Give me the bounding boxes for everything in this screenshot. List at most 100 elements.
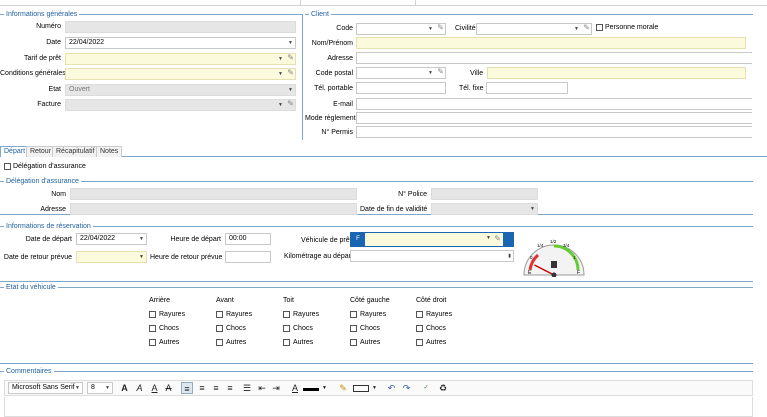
bullet-list-icon[interactable]: ☰	[241, 382, 253, 394]
etat-checkbox[interactable]	[350, 325, 357, 332]
text-color-swatch[interactable]	[303, 388, 319, 391]
delegation-adresse-field[interactable]	[70, 203, 357, 215]
input-handle-icon[interactable]: ▮	[508, 251, 511, 261]
email-field[interactable]	[356, 98, 752, 110]
date-depart-field[interactable]: 22/04/2022 ▼	[76, 233, 147, 245]
spellcheck-icon[interactable]: ✓	[420, 382, 432, 394]
chevron-down-icon[interactable]: ▼	[139, 252, 144, 262]
etat-checkbox[interactable]	[350, 311, 357, 318]
font-select[interactable]: Microsoft Sans Serif ▼	[8, 382, 83, 394]
strikethrough-icon[interactable]: A	[163, 382, 174, 394]
text-color-icon[interactable]: A	[290, 382, 300, 394]
mode-reglement-field[interactable]	[356, 112, 752, 124]
align-left-icon[interactable]: ≡	[181, 382, 193, 394]
font-size-select[interactable]: 8 ▼	[87, 382, 113, 394]
etat-checkbox[interactable]	[216, 325, 223, 332]
edit-icon[interactable]: ✎	[287, 69, 294, 78]
align-right-icon[interactable]: ≡	[210, 382, 222, 394]
etat-checkbox[interactable]	[283, 339, 290, 346]
underline-icon[interactable]: A	[149, 382, 160, 394]
tab-recapitulatif[interactable]: Récapitulatif	[52, 146, 99, 157]
etat-checkbox[interactable]	[416, 339, 423, 346]
chevron-down-icon[interactable]: ▼	[139, 234, 144, 244]
chevron-down-icon[interactable]: ▼	[278, 69, 283, 79]
edit-icon[interactable]: ✎	[437, 68, 444, 77]
chevron-down-icon[interactable]: ▼	[105, 383, 110, 393]
bold-icon[interactable]: A	[119, 382, 130, 394]
chevron-down-icon[interactable]: ▼	[428, 24, 433, 34]
conditions-field[interactable]: ▼ ✎	[65, 68, 296, 80]
indent-icon[interactable]: ⇥	[270, 382, 282, 394]
chevron-down-icon[interactable]: ▼	[428, 68, 433, 78]
etat-checkbox[interactable]	[149, 325, 156, 332]
top-strip-box	[300, 0, 416, 6]
etat-checkbox[interactable]	[283, 325, 290, 332]
tab-retour[interactable]: Retour	[26, 146, 56, 157]
nom-field[interactable]	[356, 37, 746, 49]
chevron-down-icon[interactable]: ▼	[288, 85, 293, 95]
edit-icon[interactable]: ✎	[287, 100, 294, 109]
align-center-icon[interactable]: ≡	[196, 382, 208, 394]
chevron-down-icon[interactable]: ▼	[321, 382, 328, 394]
etat-option-label: Autres	[293, 339, 314, 346]
vehicule-picker[interactable]: F ▼ ✎	[350, 232, 514, 247]
edit-icon[interactable]: ✎	[437, 24, 444, 33]
etat-checkbox[interactable]	[149, 339, 156, 346]
edit-icon[interactable]: ✎	[494, 234, 501, 243]
chevron-down-icon[interactable]: ▼	[75, 383, 80, 393]
chevron-down-icon[interactable]: ▼	[371, 382, 378, 394]
date-field[interactable]: 22/04/2022 ▼	[65, 37, 296, 49]
delegation-nom-field[interactable]	[70, 188, 357, 200]
chevron-down-icon[interactable]: ▼	[278, 100, 283, 110]
etat-checkbox[interactable]	[416, 325, 423, 332]
highlight-icon[interactable]: ✎	[338, 382, 348, 394]
tel-portable-field[interactable]	[356, 82, 446, 94]
etat-checkbox[interactable]	[216, 339, 223, 346]
chevron-down-icon[interactable]: ▼	[530, 204, 535, 214]
italic-icon[interactable]: A	[134, 382, 145, 394]
date-depart-value: 22/04/2022	[80, 235, 116, 242]
etat-checkbox[interactable]	[283, 311, 290, 318]
heure-depart-field[interactable]: 00:00	[225, 233, 271, 245]
client-section-title: Client	[309, 10, 331, 19]
chevron-down-icon[interactable]: ▼	[486, 235, 491, 241]
chevron-down-icon[interactable]: ▼	[278, 54, 283, 64]
tab-notes[interactable]: Notes	[96, 146, 123, 157]
date-fin-field[interactable]: ▼	[431, 203, 538, 215]
km-depart-field[interactable]: ▮	[350, 250, 514, 262]
undo-icon[interactable]: ↶	[386, 382, 397, 394]
etat-checkbox[interactable]	[149, 311, 156, 318]
chevron-down-icon[interactable]: ▼	[288, 38, 293, 48]
adresse-field[interactable]	[356, 52, 752, 64]
etat-checkbox[interactable]	[416, 311, 423, 318]
redo-icon[interactable]: ↷	[401, 382, 412, 394]
etat-checkbox[interactable]	[350, 339, 357, 346]
heure-retour-field[interactable]	[225, 251, 271, 263]
etat-field[interactable]: Ouvert ▼	[65, 84, 296, 96]
tel-fixe-field[interactable]	[486, 82, 568, 94]
ville-field[interactable]	[487, 67, 746, 79]
tab-depart[interactable]: Départ	[0, 146, 30, 157]
fuel-pump-icon	[551, 261, 557, 268]
facture-field[interactable]: ▼ ✎	[65, 99, 296, 111]
numero-field[interactable]	[65, 21, 296, 33]
tarif-field[interactable]: ▼ ✎	[65, 53, 296, 65]
outdent-icon[interactable]: ⇤	[256, 382, 268, 394]
chevron-down-icon[interactable]: ▼	[574, 24, 579, 34]
personne-morale-checkbox[interactable]	[596, 24, 603, 31]
etat-checkbox[interactable]	[216, 311, 223, 318]
date-retour-label: Date de retour prévue	[3, 254, 72, 261]
comment-editor[interactable]	[4, 397, 753, 417]
align-justify-icon[interactable]: ≡	[224, 382, 236, 394]
police-field[interactable]	[431, 188, 538, 200]
code-field[interactable]: ▼ ✎	[356, 23, 446, 35]
permis-field[interactable]	[356, 126, 752, 138]
cp-field[interactable]: ▼ ✎	[356, 67, 446, 79]
delegation-checkbox[interactable]	[4, 163, 11, 170]
edit-icon[interactable]: ✎	[287, 54, 294, 63]
edit-icon[interactable]: ✎	[583, 24, 590, 33]
recycle-icon[interactable]: ♻	[437, 382, 449, 394]
border-icon[interactable]	[353, 385, 369, 392]
date-retour-field[interactable]: ▼	[76, 251, 147, 263]
civilite-field[interactable]: ▼ ✎	[476, 23, 592, 35]
